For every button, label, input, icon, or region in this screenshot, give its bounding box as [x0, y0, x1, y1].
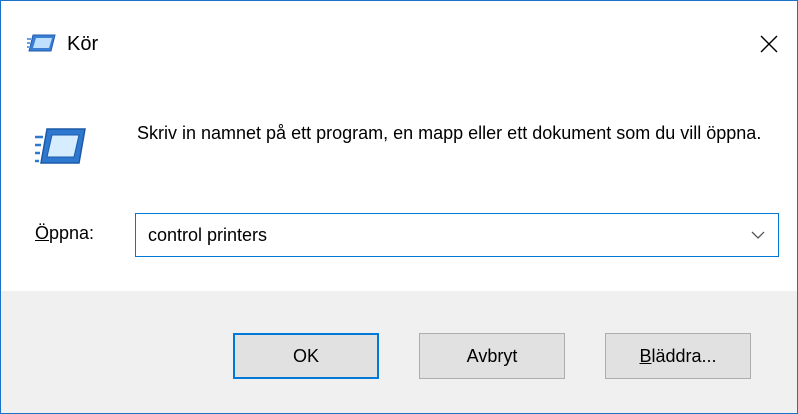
open-label: Öppna: [35, 223, 94, 244]
browse-button-label: läddra... [651, 345, 717, 366]
dialog-body: Skriv in namnet på ett program, en mapp … [1, 83, 797, 291]
ok-button-label: OK [292, 345, 319, 366]
open-combobox[interactable] [135, 213, 779, 257]
open-label-text: ppna: [49, 223, 95, 243]
browse-button[interactable]: Bläddra... [605, 333, 751, 379]
open-input[interactable] [136, 214, 736, 256]
cancel-button-label: Avbryt [466, 345, 518, 366]
close-icon [760, 35, 778, 53]
run-icon [27, 34, 56, 52]
title-bar[interactable]: Kör [1, 1, 797, 83]
close-button[interactable] [741, 19, 797, 69]
dropdown-button[interactable] [744, 222, 772, 248]
chevron-down-icon [751, 231, 765, 239]
run-icon [35, 128, 86, 164]
open-label-mnemonic: Ö [35, 223, 50, 243]
run-dialog: Kör Skriv in namnet på ett program, en m… [0, 0, 798, 414]
browse-mnemonic: B [639, 345, 652, 366]
dialog-description: Skriv in namnet på ett program, en mapp … [137, 123, 762, 143]
window-title: Kör [67, 33, 99, 55]
cancel-button[interactable]: Avbryt [419, 333, 565, 379]
ok-button[interactable]: OK [233, 333, 379, 379]
button-bar: OK Avbryt Bläddra... [1, 291, 797, 413]
